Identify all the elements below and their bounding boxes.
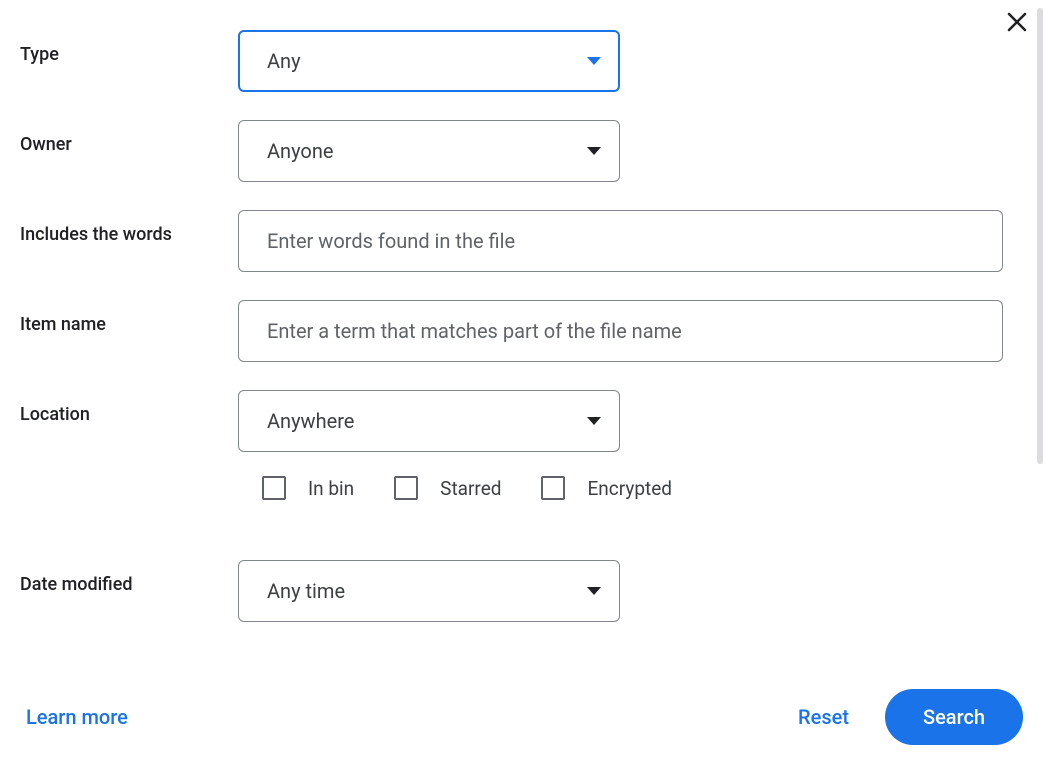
close-icon (1005, 10, 1029, 34)
type-select[interactable]: Any (238, 30, 620, 92)
search-button[interactable]: Search (885, 689, 1023, 745)
learn-more-link[interactable]: Learn more (26, 705, 128, 729)
item-name-input[interactable] (238, 300, 1003, 362)
encrypted-checkbox[interactable] (541, 476, 565, 500)
chevron-down-icon (587, 147, 601, 155)
owner-value: Anyone (267, 139, 333, 163)
starred-label: Starred (440, 477, 501, 500)
date-modified-value: Any time (267, 579, 345, 603)
owner-select[interactable]: Anyone (238, 120, 620, 182)
location-select[interactable]: Anywhere (238, 390, 620, 452)
encrypted-label: Encrypted (587, 477, 672, 500)
date-modified-label: Date modified (20, 560, 238, 595)
in-bin-label: In bin (308, 477, 354, 500)
includes-label: Includes the words (20, 210, 238, 245)
chevron-down-icon (587, 587, 601, 595)
close-button[interactable] (1003, 8, 1031, 36)
location-value: Anywhere (267, 409, 354, 433)
location-label: Location (20, 390, 238, 425)
item-name-label: Item name (20, 300, 238, 335)
type-label: Type (20, 30, 238, 65)
type-value: Any (267, 49, 301, 73)
reset-button[interactable]: Reset (798, 705, 849, 729)
chevron-down-icon (587, 417, 601, 425)
date-modified-select[interactable]: Any time (238, 560, 620, 622)
owner-label: Owner (20, 120, 238, 155)
includes-input[interactable] (238, 210, 1003, 272)
starred-checkbox[interactable] (394, 476, 418, 500)
chevron-down-icon (587, 57, 601, 65)
scrollbar[interactable] (1037, 8, 1043, 464)
in-bin-checkbox[interactable] (262, 476, 286, 500)
